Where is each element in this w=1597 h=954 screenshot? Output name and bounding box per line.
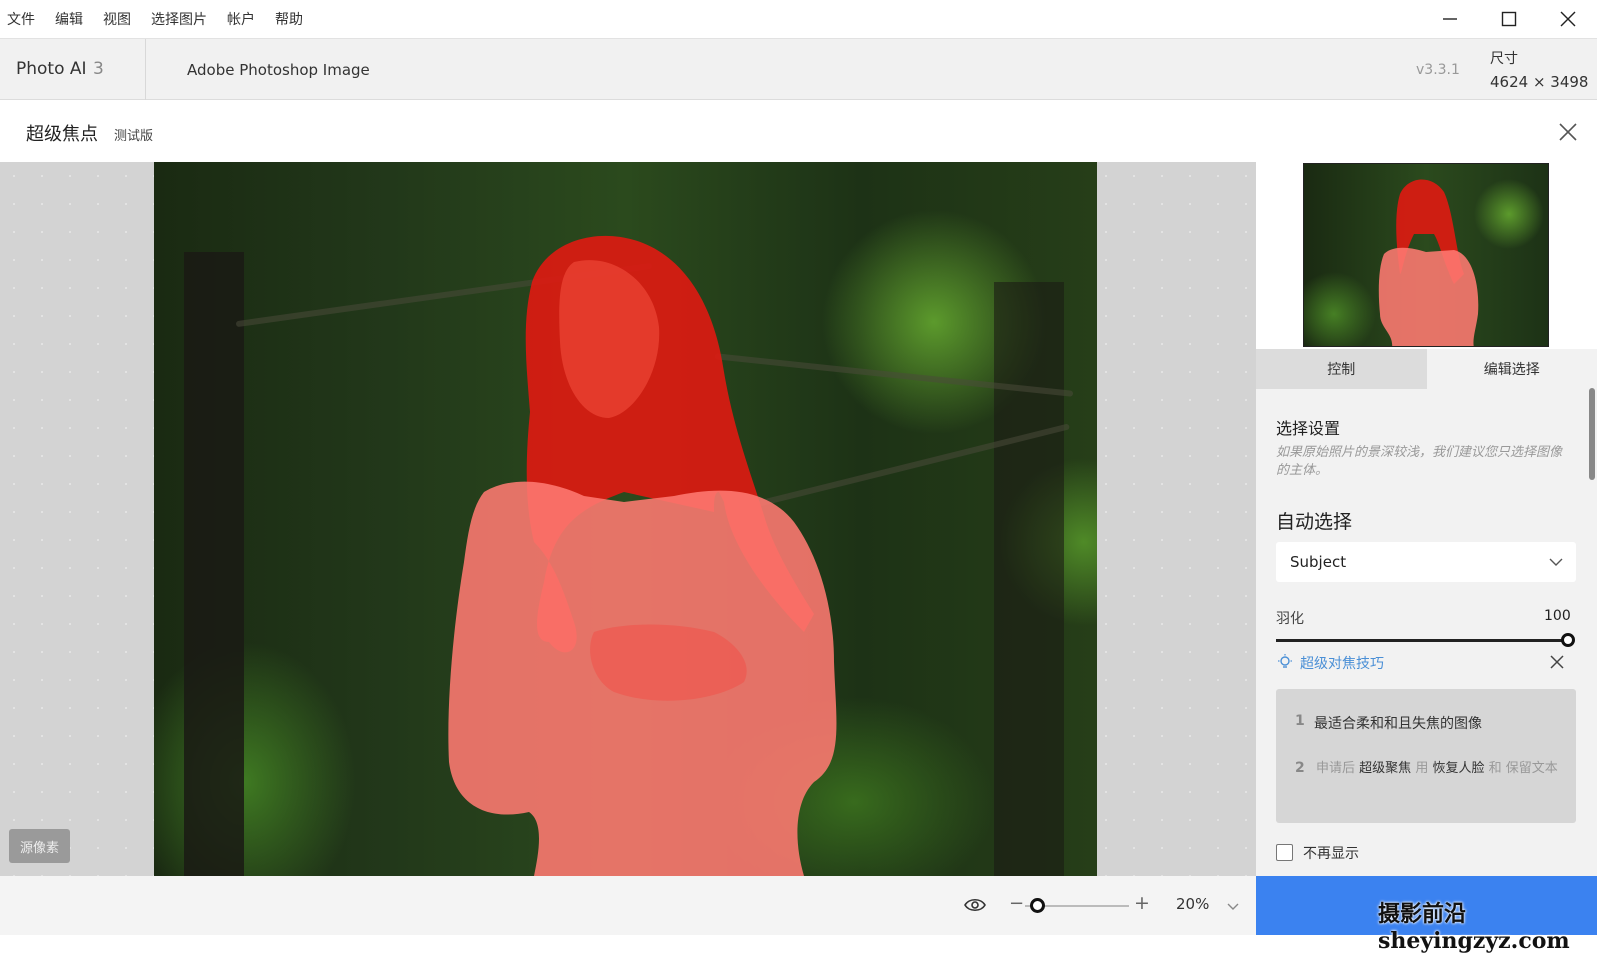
menu-select-image[interactable]: 选择图片 [151, 9, 207, 29]
zoom-out-button[interactable]: − [1009, 893, 1024, 914]
window-controls [1420, 0, 1597, 38]
tip-part-bold: 超级聚焦 [1359, 761, 1411, 776]
chevron-down-icon [1548, 554, 1564, 570]
app-major-version: 3 [93, 59, 104, 79]
minimize-icon [1441, 10, 1459, 28]
tips-box: 1 最适合柔和和且失焦的图像 2 申请后 超级聚焦 用 恢复人脸 和 保留文本 [1276, 689, 1576, 823]
menu-file[interactable]: 文件 [7, 9, 35, 29]
tab-control[interactable]: 控制 [1256, 349, 1427, 389]
tip-part: 用 [1415, 761, 1428, 776]
zoom-value: 20% [1176, 895, 1209, 913]
bottom-bar: − + 20% [0, 876, 1256, 935]
feather-slider-thumb[interactable] [1561, 633, 1575, 647]
dont-show-checkbox[interactable] [1276, 844, 1293, 861]
tip-number: 1 [1295, 713, 1305, 729]
feather-value: 100 [1544, 608, 1571, 624]
tip-text: 申请后 超级聚焦 用 恢复人脸 和 保留文本 [1316, 759, 1562, 778]
watermark: 摄影前沿 sheyingzyz.com [1378, 896, 1597, 954]
size-label: 尺寸 [1490, 48, 1518, 68]
feather-label: 羽化 [1276, 608, 1304, 628]
selection-settings-title: 选择设置 [1276, 415, 1340, 439]
auto-select-title: 自动选择 [1276, 507, 1352, 534]
lightbulb-icon [1276, 653, 1294, 671]
tip-part: 申请后 [1316, 761, 1355, 776]
panel-scrollbar[interactable] [1589, 388, 1595, 480]
dont-show-label: 不再显示 [1303, 843, 1359, 863]
menu-bar: 文件 编辑 视图 选择图片 帐户 帮助 [0, 0, 1597, 38]
beta-badge: 测试版 [114, 125, 153, 144]
eye-icon[interactable] [963, 893, 987, 917]
subject-mask [154, 162, 1097, 876]
selection-hint: 如果原始照片的景深较浅，我们建议您只选择图像的主体。 [1276, 444, 1566, 480]
auto-select-dropdown[interactable]: Subject [1276, 542, 1576, 582]
navigator-thumbnail[interactable] [1303, 163, 1549, 347]
chevron-down-icon[interactable] [1225, 898, 1241, 914]
menu-account[interactable]: 帐户 [227, 9, 255, 29]
tool-header: 超级焦点 测试版 [0, 100, 1597, 162]
tip-part: 和 保留文本 [1489, 761, 1558, 776]
tool-title: 超级焦点 [26, 120, 98, 146]
zoom-in-button[interactable]: + [1134, 892, 1150, 914]
minimize-button[interactable] [1420, 0, 1479, 38]
panel-tabs: 控制 编辑选择 [1256, 349, 1597, 389]
close-window-button[interactable] [1538, 0, 1597, 38]
source-pixels-button[interactable]: 源像素 [9, 829, 70, 863]
tab-edit-selection[interactable]: 编辑选择 [1427, 349, 1597, 389]
size-value: 4624 × 3498 [1490, 73, 1588, 91]
close-tool-icon[interactable] [1557, 121, 1579, 143]
app-header: Photo AI 3 Adobe Photoshop Image v3.3.1 … [0, 38, 1597, 100]
header-divider [145, 39, 146, 100]
tip-part-bold: 恢复人脸 [1432, 761, 1484, 776]
menu-edit[interactable]: 编辑 [55, 9, 83, 29]
menu-help[interactable]: 帮助 [275, 9, 303, 29]
maximize-icon [1500, 10, 1518, 28]
photo-preview[interactable] [154, 162, 1097, 876]
file-name[interactable]: Adobe Photoshop Image [187, 61, 370, 79]
zoom-slider-thumb[interactable] [1030, 898, 1045, 913]
tip-text: 最适合柔和和且失焦的图像 [1314, 713, 1482, 733]
thumbnail-mask [1304, 164, 1549, 347]
app-version: v3.3.1 [1416, 62, 1460, 78]
maximize-button[interactable] [1479, 0, 1538, 38]
close-tips-icon[interactable] [1548, 653, 1566, 671]
menu-view[interactable]: 视图 [103, 9, 131, 29]
auto-select-value: Subject [1290, 553, 1346, 571]
feather-slider[interactable] [1276, 639, 1569, 642]
close-icon [1559, 10, 1577, 28]
app-name: Photo AI [16, 59, 87, 79]
super-focus-tips-link[interactable]: 超级对焦技巧 [1300, 653, 1384, 673]
tip-number: 2 [1295, 760, 1305, 776]
